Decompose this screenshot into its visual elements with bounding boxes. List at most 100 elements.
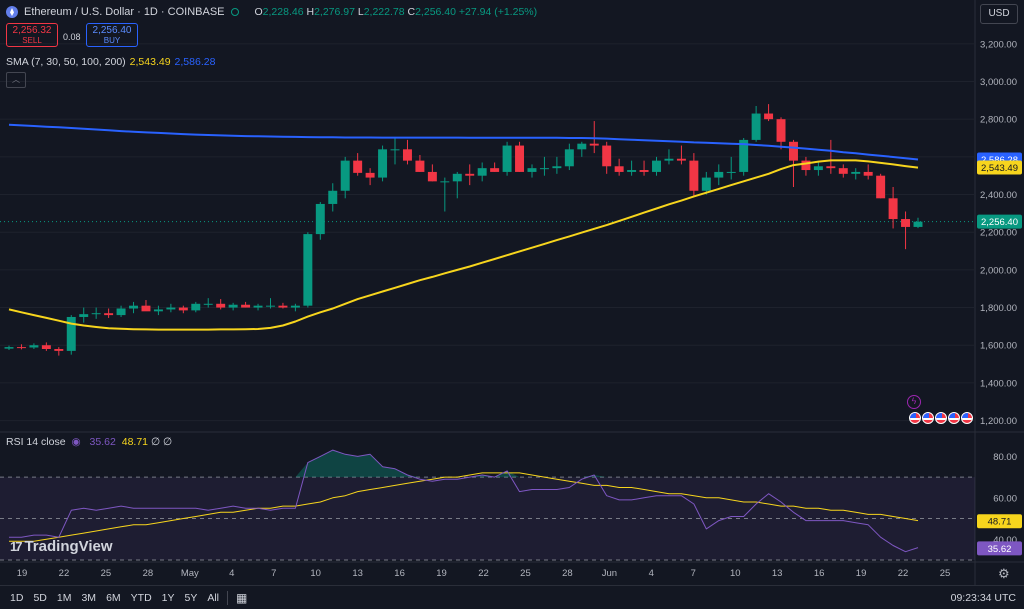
candle-body — [564, 149, 574, 167]
time-tick-label: 19 — [856, 568, 867, 579]
candle-body — [315, 203, 325, 235]
candle-body — [203, 303, 213, 305]
us-flag-icon[interactable] — [961, 412, 973, 424]
chart-svg[interactable]: 1,200.00 1,400.00 1,600.00 1,800.00 2,000.00… — [0, 0, 1024, 608]
candle-body — [16, 347, 26, 349]
price-tick-label: 2,000.00 — [980, 265, 1017, 276]
range-button-6m[interactable]: 6M — [106, 592, 121, 604]
time-tick-label: 22 — [898, 568, 909, 579]
time-tick-label: 13 — [772, 568, 783, 579]
rsi-overbought-fill — [9, 450, 918, 478]
visibility-icon[interactable]: ◉ — [71, 436, 80, 448]
candle-body — [216, 303, 226, 308]
candle-body — [577, 143, 587, 150]
candle-body — [614, 166, 624, 172]
us-flag-icon[interactable] — [948, 412, 960, 424]
range-button-all[interactable]: All — [207, 592, 219, 604]
settings-gear-icon[interactable]: ⚙ — [998, 566, 1010, 582]
time-tick-label: 10 — [310, 568, 321, 579]
sma-value-blue: 2,586.28 — [174, 56, 216, 68]
event-flags[interactable] — [909, 412, 973, 424]
time-tick-label: 22 — [478, 568, 489, 579]
candle-body — [353, 160, 363, 173]
rsi-legend[interactable]: RSI 14 close ◉ 35.62 48.71 ∅ ∅ — [6, 436, 172, 448]
symbol-title[interactable]: Ethereum / U.S. Dollar · 1D · COINBASE — [24, 6, 225, 18]
candle-body — [465, 173, 475, 176]
candle-body — [166, 307, 176, 310]
candle-body — [689, 160, 699, 191]
range-button-ytd[interactable]: YTD — [131, 592, 152, 604]
tradingview-logo[interactable]: 17 TradingView — [10, 538, 113, 555]
rsi-ma-value: 48.71 — [121, 436, 149, 448]
rsi-tick-label: 80.00 — [993, 452, 1017, 463]
candle-body — [191, 303, 201, 311]
range-button-1m[interactable]: 1M — [57, 592, 72, 604]
us-flag-icon[interactable] — [935, 412, 947, 424]
candle-body — [652, 160, 661, 172]
chart-area[interactable]: 1,200.00 1,400.00 1,600.00 1,800.00 2,000.00… — [0, 0, 1024, 608]
ethereum-icon — [6, 6, 18, 18]
candle-body — [365, 172, 375, 178]
price-tick-label: 1,200.00 — [980, 416, 1017, 427]
candle-body — [427, 171, 437, 182]
sma-value-yellow: 2,543.49 — [129, 56, 171, 68]
symbol-header: Ethereum / U.S. Dollar · 1D · COINBASE O… — [6, 6, 537, 18]
sell-button[interactable]: 2,256.32 SELL — [6, 23, 58, 47]
price-tick-label: 1,800.00 — [980, 303, 1017, 314]
candle-body — [515, 145, 525, 172]
divider — [227, 590, 229, 605]
time-tick-label: 19 — [17, 568, 28, 579]
high-value: 2,276.97 — [314, 6, 355, 18]
time-tick-label: 4 — [649, 568, 654, 579]
us-flag-icon[interactable] — [909, 412, 921, 424]
time-tick-label: 16 — [814, 568, 825, 579]
lightning-icon[interactable]: ϟ — [907, 395, 921, 409]
open-value: 2,228.46 — [262, 6, 304, 18]
rsi-label: RSI 14 close — [6, 436, 66, 448]
candle-body — [452, 173, 462, 182]
candle-body — [813, 166, 823, 171]
candle-body — [701, 177, 711, 191]
rsi-tag: 35.62 — [988, 544, 1012, 555]
candle-body — [726, 171, 736, 173]
candle-body — [29, 345, 39, 348]
candle-body — [714, 171, 724, 178]
calendar-icon[interactable]: ▦ — [236, 591, 247, 605]
time-tick-label: 13 — [352, 568, 363, 579]
candle-body — [639, 170, 649, 172]
candle-body — [826, 166, 836, 169]
candle-body — [91, 313, 101, 315]
utc-clock[interactable]: 09:23:34 UTC — [951, 592, 1016, 604]
range-button-1d[interactable]: 1D — [10, 592, 23, 604]
candle-body — [527, 168, 537, 172]
candle-body — [278, 305, 288, 308]
price-tick-label: 2,800.00 — [980, 115, 1017, 126]
time-tick-label: 22 — [59, 568, 70, 579]
candle-body — [41, 345, 51, 349]
range-button-5d[interactable]: 5D — [33, 592, 46, 604]
time-tick-label: 16 — [394, 568, 405, 579]
candle-body — [838, 168, 848, 174]
sma-legend[interactable]: SMA (7, 30, 50, 100, 200) 2,543.49 2,586.2… — [6, 56, 215, 68]
rsi-empty-2: ∅ — [163, 436, 173, 448]
range-button-1y[interactable]: 1Y — [162, 592, 175, 604]
time-tick-label: 28 — [562, 568, 573, 579]
collapse-legend-icon[interactable]: ︿ — [6, 72, 26, 88]
range-button-3m[interactable]: 3M — [81, 592, 96, 604]
buy-price: 2,256.40 — [92, 25, 132, 36]
brand-name: TradingView — [24, 538, 113, 555]
candle-body — [676, 158, 686, 161]
range-button-5y[interactable]: 5Y — [185, 592, 198, 604]
candle-body — [627, 170, 637, 172]
sell-price: 2,256.32 — [12, 25, 52, 36]
candle-body — [913, 221, 923, 227]
candle-body — [378, 149, 388, 178]
candle-body — [502, 145, 512, 172]
candle-body — [490, 168, 500, 172]
buy-button[interactable]: 2,256.40 BUY — [86, 23, 138, 47]
candle-body — [328, 190, 338, 204]
us-flag-icon[interactable] — [922, 412, 934, 424]
currency-selector[interactable]: USD — [980, 4, 1018, 24]
price-tick-label: 2,200.00 — [980, 228, 1017, 239]
candle-body — [440, 181, 450, 183]
